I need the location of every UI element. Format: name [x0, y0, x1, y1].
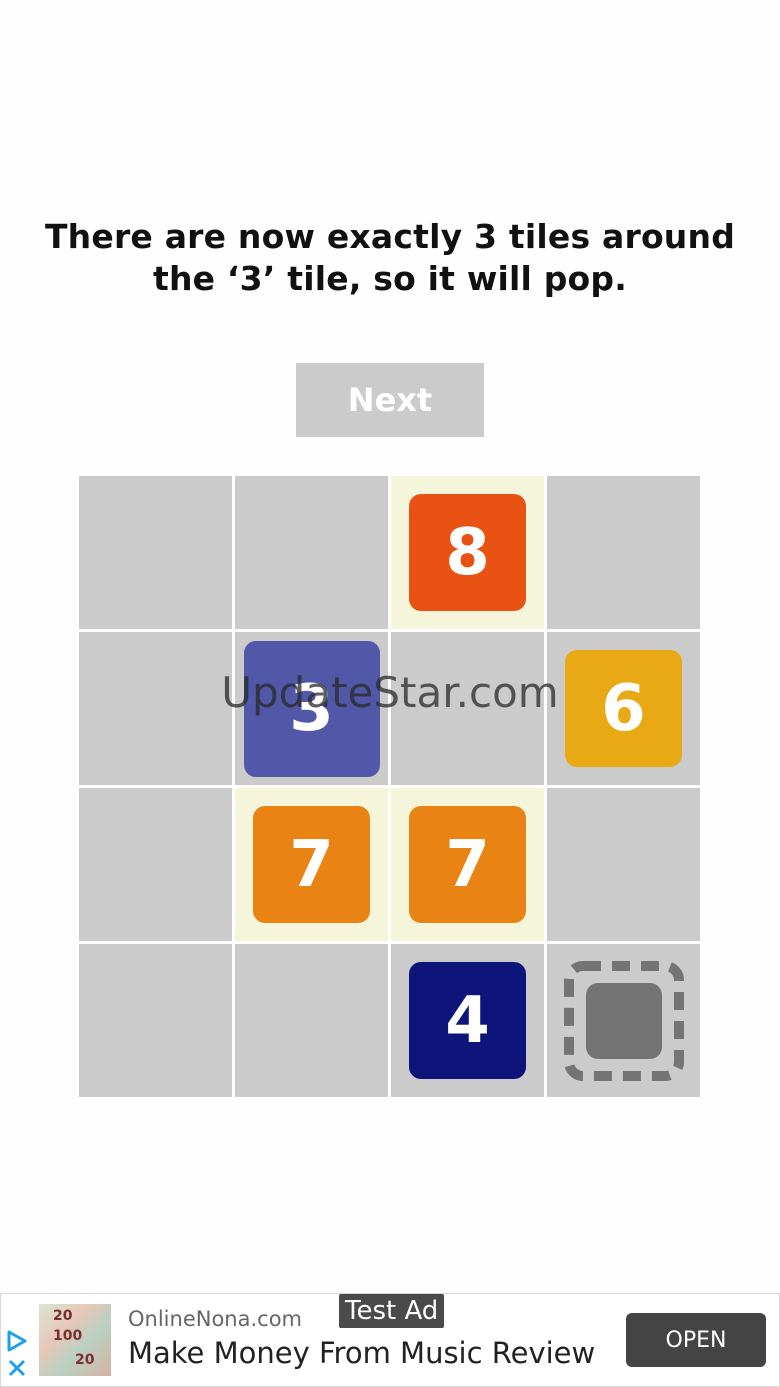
board-cell-2-0[interactable] — [79, 788, 232, 941]
game-board: 836774 — [79, 476, 701, 1098]
tile-4[interactable]: 4 — [409, 962, 526, 1079]
tile-8[interactable]: 8 — [409, 494, 526, 611]
ad-open-button[interactable]: OPEN — [626, 1313, 766, 1367]
close-icon[interactable] — [7, 1358, 27, 1378]
ad-choices-icon[interactable] — [5, 1330, 29, 1352]
board-cell-0-0[interactable] — [79, 476, 232, 629]
board-cell-2-3[interactable] — [547, 788, 700, 941]
board-cell-3-0[interactable] — [79, 944, 232, 1097]
thumb-label: 20 — [53, 1308, 73, 1324]
board-cell-0-1[interactable] — [235, 476, 388, 629]
instruction-line-2: the ‘3’ tile, so it will pop. — [152, 259, 627, 298]
board-cell-0-3[interactable] — [547, 476, 700, 629]
thumb-label: 20 — [75, 1352, 95, 1368]
board-cell-3-1[interactable] — [235, 944, 388, 1097]
tile-7[interactable]: 7 — [253, 806, 370, 923]
thumb-label: 100 — [53, 1328, 83, 1344]
test-ad-badge: Test Ad — [339, 1294, 445, 1328]
ad-thumbnail[interactable]: 20 100 20 — [39, 1304, 111, 1376]
tile-3[interactable]: 3 — [243, 640, 380, 777]
ad-banner[interactable]: 20 100 20 OnlineNona.com Make Money From… — [0, 1293, 780, 1387]
dashed-square-icon[interactable] — [564, 961, 684, 1081]
instruction-text: There are now exactly 3 tiles around the… — [40, 216, 740, 300]
ad-source[interactable]: OnlineNona.com — [128, 1307, 302, 1331]
board-cell-1-2[interactable] — [391, 632, 544, 785]
tile-6[interactable]: 6 — [565, 650, 682, 767]
board-cell-1-0[interactable] — [79, 632, 232, 785]
ad-headline[interactable]: Make Money From Music Review — [128, 1336, 595, 1370]
tile-7[interactable]: 7 — [409, 806, 526, 923]
next-button[interactable]: Next — [296, 363, 484, 437]
instruction-line-1: There are now exactly 3 tiles around — [44, 217, 736, 256]
